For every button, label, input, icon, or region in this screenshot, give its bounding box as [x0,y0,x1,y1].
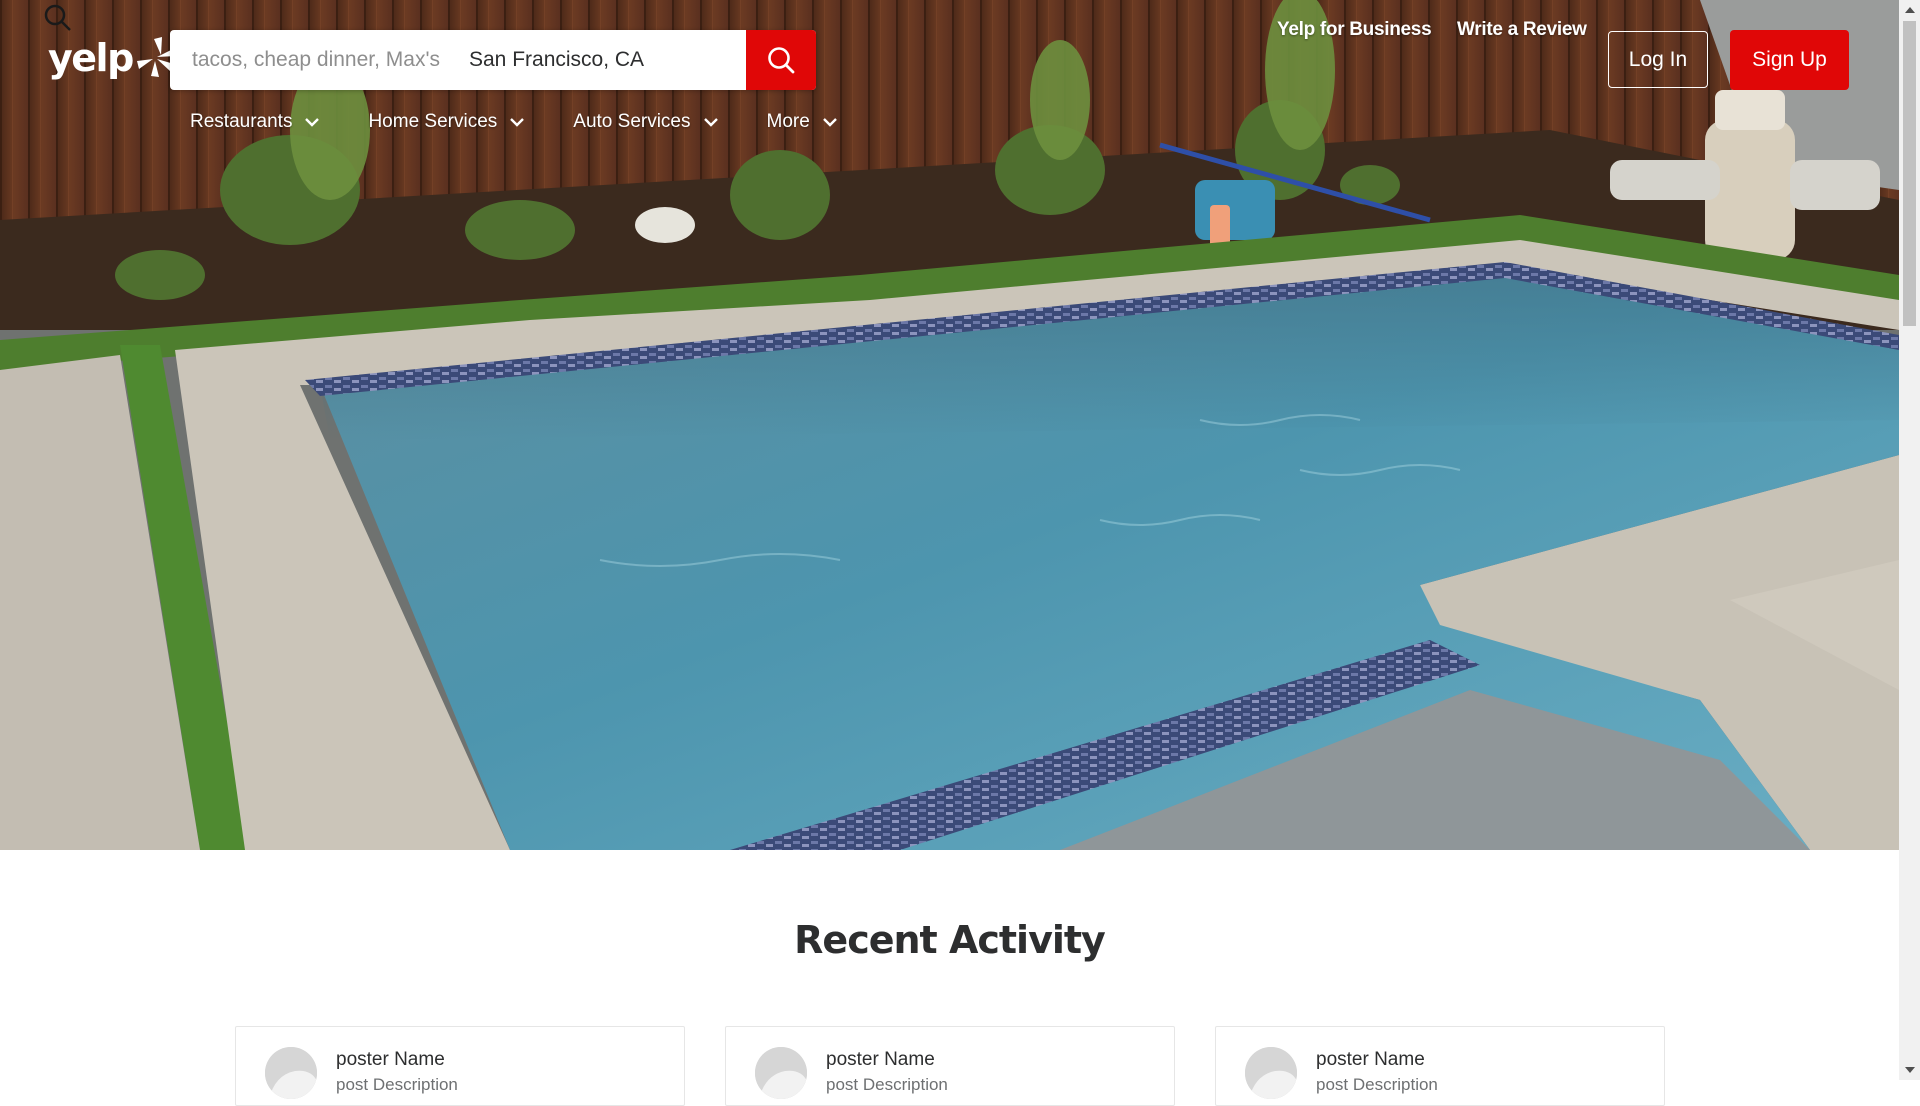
section-title-recent-activity: Recent Activity [794,918,1106,962]
scrollbar-thumb[interactable] [1903,21,1916,326]
nav-item-label: Restaurants [190,111,293,132]
poster-name: poster Name [336,1049,445,1070]
nav-item-auto-services[interactable]: Auto Services [573,111,718,133]
yelp-logo[interactable]: yelp [48,36,179,80]
user-avatar-icon [755,1047,807,1099]
activity-card[interactable]: poster Name post Description [1215,1026,1665,1106]
nav-item-home-services[interactable]: Home Services [368,111,525,133]
search-icon [768,47,795,74]
category-nav: Restaurants Home Services Auto Services … [190,111,886,133]
login-button[interactable]: Log In [1608,31,1708,88]
avatar [755,1047,807,1099]
arrow-up-icon [1904,7,1915,13]
location-input[interactable] [469,30,731,90]
avatar [265,1047,317,1099]
vertical-scrollbar[interactable] [1899,0,1920,1080]
yelp-for-business-link[interactable]: Yelp for Business [1277,0,1432,60]
corner-search-icon [44,4,71,31]
chevron-down-icon [510,118,525,127]
user-avatar-icon [1245,1047,1297,1099]
user-avatar-icon [265,1047,317,1099]
nav-item-label: Home Services [368,111,498,132]
logo-text: yelp [48,36,134,80]
write-review-link[interactable]: Write a Review [1457,0,1587,60]
nav-item-more[interactable]: More [767,111,838,133]
nav-item-restaurants[interactable]: Restaurants [190,111,320,133]
scroll-up-arrow[interactable] [1899,0,1920,20]
avatar [1245,1047,1297,1099]
poster-name: poster Name [826,1049,935,1070]
signup-button[interactable]: Sign Up [1730,30,1849,90]
chevron-down-icon [305,118,320,127]
nav-item-label: Auto Services [573,111,691,132]
poster-name: poster Name [1316,1049,1425,1070]
chevron-down-icon [703,118,718,127]
search-bar [170,30,816,90]
post-description: post Description [1316,1075,1438,1094]
post-description: post Description [336,1075,458,1094]
hero-banner: yelp Restaurants Home Services [0,0,1899,850]
find-input[interactable] [170,30,469,90]
search-button[interactable] [746,30,816,90]
nav-item-label: More [766,111,810,132]
arrow-down-icon [1904,1067,1915,1073]
post-description: post Description [826,1075,948,1094]
activity-card[interactable]: poster Name post Description [725,1026,1175,1106]
chevron-down-icon [822,118,837,127]
activity-card[interactable]: poster Name post Description [235,1026,685,1106]
scroll-down-arrow[interactable] [1899,1060,1920,1080]
